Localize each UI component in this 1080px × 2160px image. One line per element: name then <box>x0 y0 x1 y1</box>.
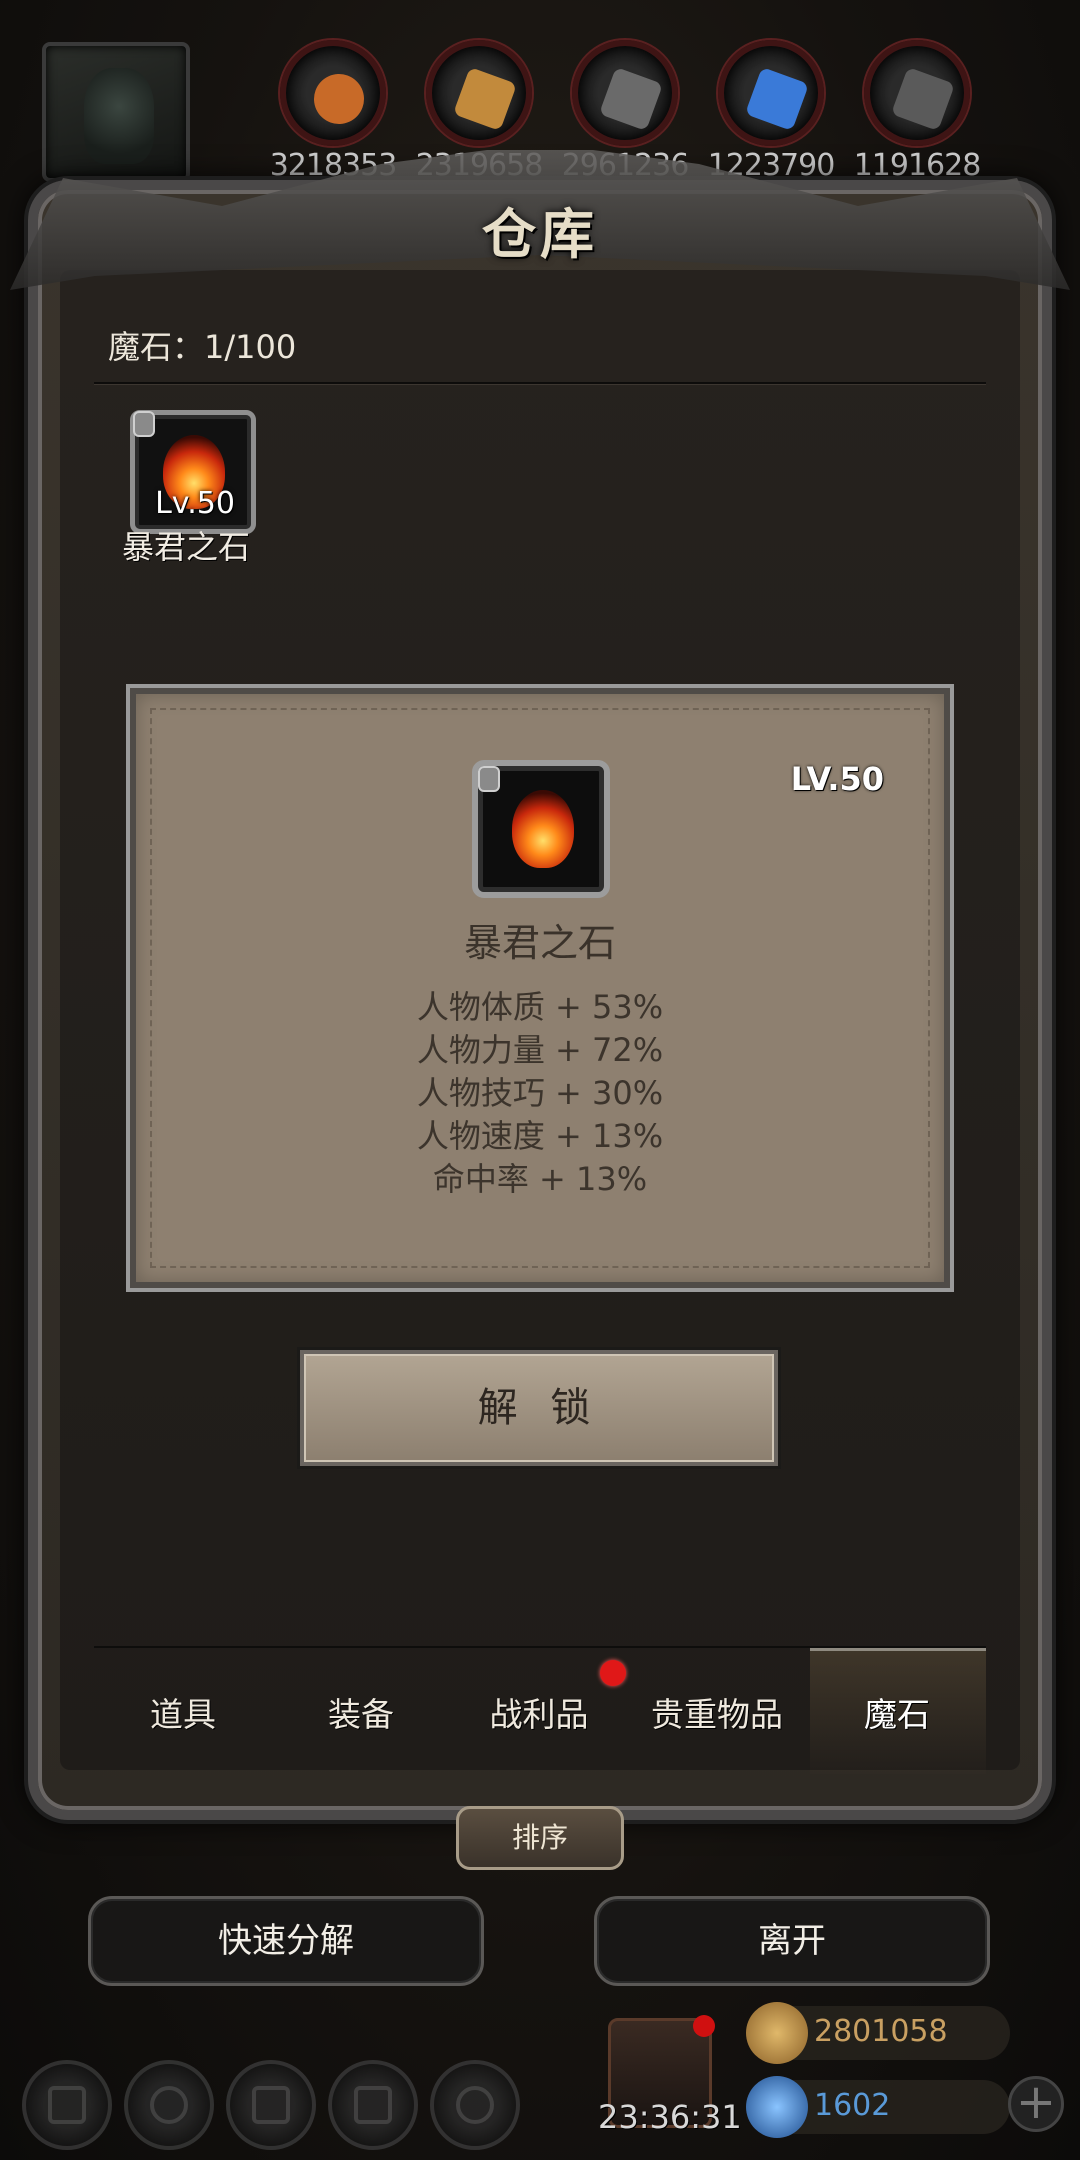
stat-line: 人物体质 + 53% <box>416 988 664 1026</box>
gem-icon <box>746 2076 808 2138</box>
mail-icon[interactable] <box>328 2060 418 2150</box>
resource-steel[interactable]: 1191628 <box>854 40 981 183</box>
shield-icon[interactable] <box>430 2060 520 2150</box>
item-name: 暴君之石 <box>122 528 251 566</box>
category-tabs: 道具 装备 战利品 贵重物品 魔石 <box>94 1646 986 1776</box>
wood-plank-icon <box>426 40 532 146</box>
gate-icon[interactable] <box>226 2060 316 2150</box>
detail-level: LV.50 <box>790 760 884 798</box>
notification-badge <box>600 1660 626 1686</box>
unlock-button[interactable]: 解 锁 <box>300 1350 778 1466</box>
tyrant-stone-icon <box>512 790 574 868</box>
copper-ore-icon <box>280 40 386 146</box>
gold-coin-icon <box>746 2002 808 2064</box>
player-avatar[interactable] <box>42 42 190 182</box>
crystal-icon <box>718 40 824 146</box>
lock-icon <box>478 766 500 792</box>
divider <box>94 382 986 384</box>
sort-button[interactable]: 排序 <box>456 1806 624 1870</box>
add-currency-button[interactable]: + <box>1008 2076 1064 2132</box>
stat-list: 人物体质 + 53% 人物力量 + 72% 人物技巧 + 30% 人物速度 + … <box>136 986 944 1201</box>
stat-line: 人物技巧 + 30% <box>416 1074 664 1112</box>
tab-equipment[interactable]: 装备 <box>272 1688 450 1736</box>
leave-button[interactable]: 离开 <box>594 1896 990 1986</box>
notification-badge <box>693 2015 715 2037</box>
settings-icon[interactable] <box>22 2060 112 2150</box>
iron-ingot-icon <box>572 40 678 146</box>
detail-item-name: 暴君之石 <box>463 921 616 965</box>
lock-icon <box>133 411 155 437</box>
tab-loot[interactable]: 战利品 <box>450 1688 628 1736</box>
stat-line: 人物力量 + 72% <box>416 1031 664 1069</box>
item-detail-card: LV.50 暴君之石 人物体质 + 53% 人物力量 + 72% 人物技巧 + … <box>130 688 950 1288</box>
steel-bar-icon <box>864 40 970 146</box>
tab-valuables[interactable]: 贵重物品 <box>628 1688 806 1736</box>
detail-item-icon <box>472 760 610 898</box>
gold-amount: 2801058 <box>814 2014 948 2049</box>
tab-items[interactable]: 道具 <box>94 1688 272 1736</box>
event-timer: 23:36:31 <box>598 2098 742 2136</box>
stat-line: 人物速度 + 13% <box>416 1117 664 1155</box>
star-icon[interactable] <box>124 2060 214 2150</box>
resource-crystal[interactable]: 1223790 <box>708 40 835 183</box>
item-level: Lv.50 <box>155 486 235 521</box>
stat-line: 命中率 + 13% <box>432 1160 648 1198</box>
window-title: 仓库 <box>482 203 598 266</box>
resource-value: 1191628 <box>853 148 982 183</box>
quick-decompose-button[interactable]: 快速分解 <box>88 1896 484 1986</box>
resource-copper[interactable]: 3218353 <box>270 40 397 183</box>
gem-amount: 1602 <box>814 2088 891 2123</box>
storage-capacity: 魔石：1/100 <box>108 328 297 366</box>
tab-magic-stones[interactable]: 魔石 <box>808 1688 986 1736</box>
